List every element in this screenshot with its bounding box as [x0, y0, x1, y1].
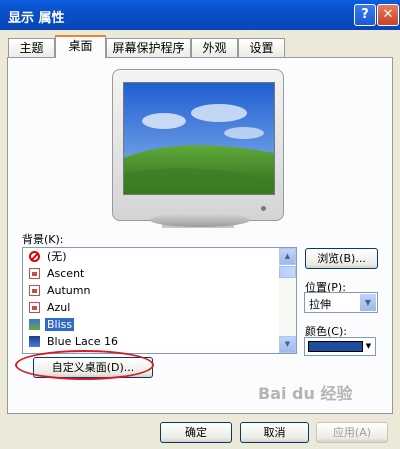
- list-item[interactable]: Blue Lace 16: [23, 333, 296, 350]
- close-button[interactable]: ✕: [377, 4, 399, 26]
- wallpaper-preview-screen: [123, 82, 275, 195]
- list-item[interactable]: Ascent: [23, 265, 296, 282]
- list-item-label: Autumn: [47, 284, 91, 297]
- apply-button[interactable]: 应用(A): [316, 422, 388, 443]
- background-label: 背景(K):: [22, 233, 64, 246]
- bliss-image-icon: [29, 319, 40, 330]
- scroll-thumb[interactable]: [279, 266, 296, 278]
- bliss-preview-image: [124, 83, 274, 194]
- cancel-button[interactable]: 取消: [240, 422, 309, 443]
- tab-screensaver[interactable]: 屏幕保护程序: [106, 38, 191, 57]
- list-item-label: Azul: [47, 301, 71, 314]
- color-picker[interactable]: ▼: [304, 337, 376, 356]
- none-icon: [29, 251, 40, 262]
- position-value: 拉伸: [309, 298, 331, 311]
- list-item-label: Bliss: [45, 318, 75, 331]
- window-title: 显示 属性: [8, 11, 65, 26]
- background-list[interactable]: (无) Ascent Autumn Azul Bliss Blue Lace 1…: [22, 247, 297, 354]
- title-bar[interactable]: 显示 属性 ? ✕: [0, 0, 400, 30]
- watermark: Bai du 经验: [258, 384, 353, 403]
- help-button[interactable]: ?: [354, 4, 376, 26]
- monitor-stand: [150, 213, 250, 227]
- image-file-icon: [29, 302, 40, 313]
- highlight-ellipse: [15, 350, 154, 380]
- list-item[interactable]: (无): [23, 248, 296, 265]
- chevron-down-icon[interactable]: ▼: [363, 339, 374, 354]
- browse-button[interactable]: 浏览(B)...: [305, 248, 378, 269]
- tab-appearance[interactable]: 外观: [191, 38, 238, 57]
- ok-button[interactable]: 确定: [160, 422, 232, 443]
- image-file-icon: [29, 285, 40, 296]
- monitor-power-led: [261, 206, 266, 211]
- list-item[interactable]: Azul: [23, 299, 296, 316]
- position-select[interactable]: 拉伸 ▼: [304, 292, 378, 313]
- tab-settings[interactable]: 设置: [238, 38, 285, 57]
- blue-lace-icon: [29, 336, 40, 347]
- list-item-label: Blue Lace 16: [47, 335, 119, 348]
- list-item[interactable]: Bliss: [23, 316, 296, 333]
- image-file-icon: [29, 268, 40, 279]
- chevron-down-icon[interactable]: ▼: [360, 294, 376, 311]
- color-swatch: [308, 341, 363, 352]
- list-item[interactable]: Autumn: [23, 282, 296, 299]
- scroll-up-arrow-icon[interactable]: ▲: [279, 248, 296, 265]
- list-item-label: Ascent: [47, 267, 85, 280]
- tab-theme[interactable]: 主题: [8, 38, 55, 57]
- scroll-down-arrow-icon[interactable]: ▼: [279, 336, 296, 353]
- tab-desktop[interactable]: 桌面: [55, 35, 106, 58]
- background-list-scrollbar[interactable]: ▲ ▼: [279, 248, 296, 353]
- list-item-label: (无): [47, 250, 67, 263]
